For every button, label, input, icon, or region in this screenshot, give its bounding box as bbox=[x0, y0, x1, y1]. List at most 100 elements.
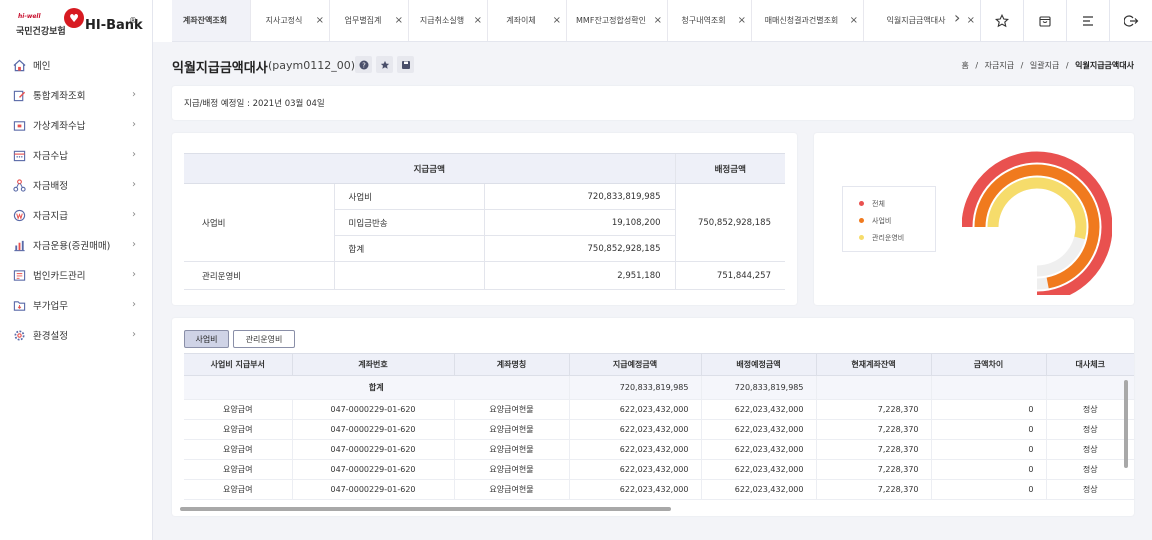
sidebar-item-main[interactable]: 메인 bbox=[0, 50, 152, 80]
table-row[interactable]: 요양급여 047-0000229-01-620 요양급여현물 622,023,432,… bbox=[184, 439, 1134, 460]
logout-button[interactable] bbox=[1109, 0, 1152, 42]
tab-account-balance[interactable]: 계좌잔액조회 bbox=[172, 0, 251, 41]
close-icon[interactable]: × bbox=[316, 15, 324, 26]
radial-bar-3[interactable] bbox=[987, 177, 1087, 240]
tab-task-summary[interactable]: 업무별집계 × bbox=[330, 0, 409, 41]
group-business-cost: 사업비 bbox=[184, 183, 335, 262]
chevron-right-icon: › bbox=[132, 239, 136, 250]
chevron-right-icon: › bbox=[132, 119, 136, 130]
table-row: 관리운영비 2,951,180 751,844,257 bbox=[184, 261, 785, 290]
table-cell: 정상 bbox=[1045, 439, 1134, 460]
sidebar-item-fund-operation[interactable]: 자금운용(증권매매) › bbox=[0, 230, 152, 260]
tab-mmf-check[interactable]: MMF잔고정합성확인 × bbox=[567, 0, 668, 41]
chevron-right-icon: › bbox=[132, 179, 136, 190]
table-row: 사업비 사업비 720,833,819,985 750,852,928,185 bbox=[184, 183, 785, 262]
tab-label: 지급취소실행 bbox=[419, 16, 465, 25]
edit-icon bbox=[12, 88, 26, 102]
logo[interactable]: hi-well 국민건강보험 ♥ HI-Bank ® bbox=[0, 0, 152, 42]
close-icon[interactable]: × bbox=[395, 15, 403, 26]
table-cell: 요양급여현물 bbox=[453, 419, 569, 440]
header-allocation-amount: 배정금액 bbox=[674, 153, 785, 184]
tab-business-cost[interactable]: 사업비 bbox=[184, 330, 229, 348]
sidebar-item-settings[interactable]: 환경설정 › bbox=[0, 320, 152, 350]
sidebar-item-label: 가상계좌수납 bbox=[33, 121, 86, 132]
tab-claim-inquiry[interactable]: 청구내역조회 × bbox=[668, 0, 752, 41]
tab-trade-result[interactable]: 매매신청결과건별조회 × bbox=[752, 0, 864, 41]
table-cell: 047-0000229-01-620 bbox=[291, 399, 454, 420]
tab-branch-fixed[interactable]: 지사고정식 × bbox=[251, 0, 330, 41]
help-icon: ? bbox=[359, 60, 368, 69]
help-button[interactable]: ? bbox=[355, 56, 372, 73]
vertical-scrollbar[interactable] bbox=[1124, 380, 1128, 468]
table-cell: 0 bbox=[930, 479, 1046, 500]
sub-label: 사업비 bbox=[334, 183, 485, 210]
payment-date-text: 지급/배정 예정일 : 2021년 03월 04일 bbox=[184, 99, 325, 109]
svg-text:?: ? bbox=[362, 61, 366, 69]
calendar-icon bbox=[12, 148, 26, 162]
table-cell: 0 bbox=[930, 459, 1046, 480]
table-row[interactable]: 요양급여 047-0000229-01-620 요양급여현물 622,023,432,… bbox=[184, 479, 1134, 500]
table-cell: 622,023,432,000 bbox=[700, 399, 816, 420]
star-outline-icon bbox=[995, 14, 1009, 28]
tab-transfer[interactable]: 계좌이체 × bbox=[488, 0, 567, 41]
cart-button[interactable] bbox=[1023, 0, 1066, 42]
breadcrumb-level2[interactable]: 일괄지급 bbox=[1030, 61, 1059, 70]
pay-value: 750,852,928,185 bbox=[484, 235, 676, 262]
sidebar-item-virtual-account[interactable]: 가상계좌수납 › bbox=[0, 110, 152, 140]
sidebar-item-account-inquiry[interactable]: 통합계좌조회 › bbox=[0, 80, 152, 110]
table-row[interactable]: 요양급여 047-0000229-01-620 요양급여현물 622,023,432,… bbox=[184, 459, 1134, 480]
tab-payment-cancel[interactable]: 지급취소실행 × bbox=[409, 0, 488, 41]
favorite-button[interactable] bbox=[980, 0, 1023, 42]
horizontal-scrollbar[interactable] bbox=[180, 507, 671, 511]
close-icon[interactable]: × bbox=[654, 15, 662, 26]
sidebar-item-corp-card[interactable]: 법인카드관리 › bbox=[0, 260, 152, 290]
table-cell: 정상 bbox=[1045, 419, 1134, 440]
tab-monthly-payment[interactable]: 익월지급금액대사 × bbox=[864, 0, 980, 41]
table-cell: 7,228,370 bbox=[815, 479, 931, 500]
bookmark-button[interactable] bbox=[376, 56, 393, 73]
legend-item: 전체 bbox=[859, 195, 935, 212]
sidebar-item-label: 환경설정 bbox=[33, 331, 68, 342]
legend-item: 관리운영비 bbox=[859, 229, 935, 246]
wallet-icon bbox=[12, 118, 26, 132]
close-icon[interactable]: × bbox=[474, 15, 482, 26]
home-icon bbox=[12, 58, 26, 72]
close-icon[interactable]: × bbox=[738, 15, 746, 26]
table-cell: 요양급여 bbox=[184, 419, 292, 440]
col-header: 대사체크 bbox=[1045, 353, 1134, 376]
table-row[interactable]: 요양급여 047-0000229-01-620 요양급여현물 622,023,432,… bbox=[184, 419, 1134, 440]
table-cell: 정상 bbox=[1045, 479, 1134, 500]
breadcrumb-home[interactable]: 홈 bbox=[961, 61, 968, 70]
breadcrumb-level1[interactable]: 자금지급 bbox=[985, 61, 1014, 70]
sidebar-item-fund-payment[interactable]: 자금지급 › bbox=[0, 200, 152, 230]
table-cell: 정상 bbox=[1045, 459, 1134, 480]
radial-chart bbox=[962, 151, 1112, 295]
table-cell: 622,023,432,000 bbox=[568, 459, 701, 480]
tab-label: 업무별집계 bbox=[344, 16, 382, 25]
close-icon[interactable]: × bbox=[967, 15, 975, 26]
table-row[interactable]: 요양급여 047-0000229-01-620 요양급여현물 622,023,432,… bbox=[184, 399, 1134, 420]
sidebar-item-fund-allocation[interactable]: 자금배정 › bbox=[0, 170, 152, 200]
sum-row: 합계 720,833,819,985 720,833,819,985 bbox=[184, 375, 1134, 400]
detail-table: 사업비 지급부서 계좌번호 계좌명칭 지급예정금액 배정예정금액 현재계좌잔액 … bbox=[184, 353, 1134, 500]
legend-label: 사업비 bbox=[872, 216, 892, 225]
col-header: 사업비 지급부서 bbox=[184, 353, 292, 376]
table-cell: 622,023,432,000 bbox=[568, 439, 701, 460]
pay-value: 720,833,819,985 bbox=[484, 183, 676, 210]
sidebar-item-label: 자금배정 bbox=[33, 181, 68, 192]
close-icon[interactable]: × bbox=[850, 15, 858, 26]
sidebar-item-fund-receipt[interactable]: 자금수납 › bbox=[0, 140, 152, 170]
tab-admin-cost[interactable]: 관리운영비 bbox=[233, 330, 295, 348]
header-payment-amount: 지급금액 bbox=[184, 153, 676, 184]
table-cell: 7,228,370 bbox=[815, 419, 931, 440]
bag-icon bbox=[1039, 16, 1051, 27]
breadcrumb-separator: / bbox=[1020, 61, 1024, 70]
table-cell: 622,023,432,000 bbox=[568, 479, 701, 500]
sidebar-item-additional[interactable]: 부가업무 › bbox=[0, 290, 152, 320]
close-icon[interactable]: × bbox=[553, 15, 561, 26]
tab-scroll-right-icon[interactable]: › bbox=[954, 8, 960, 27]
won-icon bbox=[12, 208, 26, 222]
menu-button[interactable] bbox=[1066, 0, 1109, 42]
save-button[interactable] bbox=[397, 56, 414, 73]
page-actions: ? bbox=[355, 56, 414, 73]
